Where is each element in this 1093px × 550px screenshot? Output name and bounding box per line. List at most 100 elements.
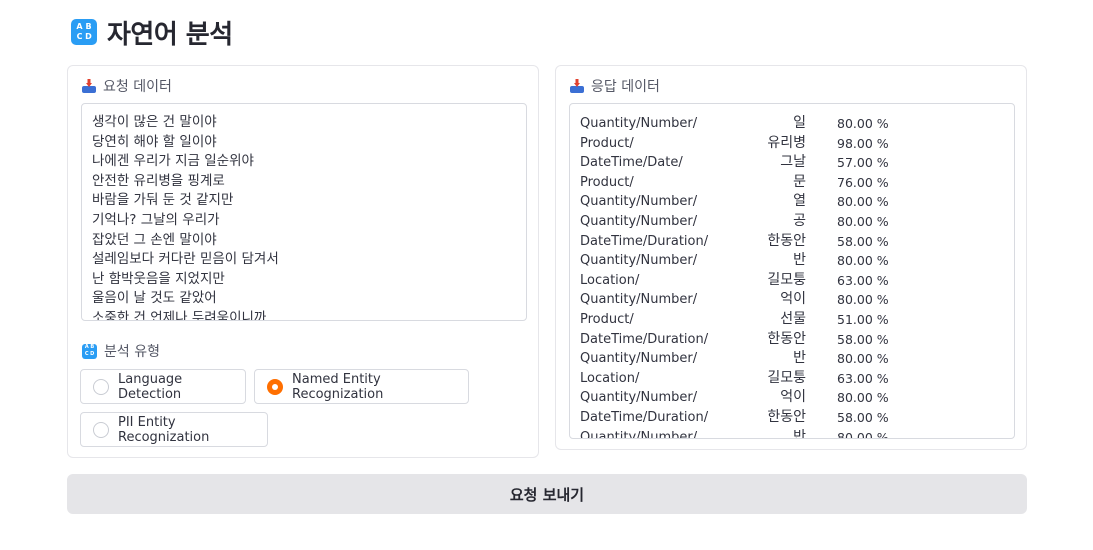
response-row: Product/선물 51.00 % [580, 310, 1004, 330]
response-row: Location/길모퉁 63.00 % [580, 271, 1004, 291]
radio-option-label: Named Entity Recognization [292, 371, 384, 402]
response-row: Quantity/Number/공 80.00 % [580, 212, 1004, 232]
radio-circle[interactable] [93, 421, 109, 438]
entity-text: 길모퉁 [767, 369, 806, 386]
request-panel: 요청 데이터 생각이 많은 건 말이야당연히 해야 할 일이야나에겐 우리가 지… [67, 65, 539, 458]
entity-text: 억이 [780, 389, 806, 406]
entity-text: 한동안 [767, 232, 806, 249]
entity-text: 문 [793, 173, 806, 190]
response-row: DateTime/Date/그날 57.00 % [580, 153, 1004, 173]
request-label-text: 요청 데이터 [103, 79, 172, 95]
radio-option-label: Language Detection [118, 371, 183, 402]
response-label: 응답 데이터 [570, 76, 660, 96]
entity-score: 76.00 % [837, 174, 889, 190]
response-row: Location/길모퉁 63.00 % [580, 369, 1004, 389]
entity-text: 공 [793, 212, 806, 229]
entity-text: 길모퉁 [767, 271, 806, 288]
radio-circle-selected[interactable] [267, 378, 283, 395]
response-row: Quantity/Number/일 80.00 % [580, 114, 1004, 134]
response-row: Quantity/Number/반 80.00 % [580, 251, 1004, 271]
request-text-line: 소중한 건 언제나 두려움이니까 [92, 309, 267, 321]
inbox-tray-icon [82, 79, 96, 93]
entity-score: 80.00 % [837, 292, 889, 308]
entity-category: Quantity/Number/ [580, 351, 698, 367]
entity-category: Location/ [580, 370, 640, 386]
response-row: DateTime/Duration/한동안 58.00 % [580, 408, 1004, 428]
radio-language-detection[interactable]: Language Detection [80, 369, 246, 404]
entity-text: 유리병 [767, 134, 806, 151]
entity-category: Location/ [580, 272, 640, 288]
entity-score: 80.00 % [837, 351, 889, 367]
entity-text: 그날 [780, 154, 806, 171]
request-textarea[interactable]: 생각이 많은 건 말이야당연히 해야 할 일이야나에겐 우리가 지금 일순위야안… [81, 103, 527, 321]
request-text-line: 난 함박웃음을 지었지만 [92, 270, 225, 287]
entity-score: 57.00 % [837, 155, 889, 171]
entity-score: 80.00 % [837, 390, 889, 406]
entity-category: Product/ [580, 174, 634, 190]
entity-score: 58.00 % [837, 409, 889, 425]
response-label-text: 응답 데이터 [591, 79, 660, 95]
entity-text: 선물 [780, 310, 806, 327]
entity-text: 억이 [780, 291, 806, 308]
radio-option-label: PII Entity Recognization [118, 414, 210, 445]
entity-score: 80.00 % [837, 213, 889, 229]
entity-text: 열 [793, 193, 806, 210]
request-text-line: 나에겐 우리가 지금 일순위야 [92, 153, 254, 170]
request-text-line: 당연히 해야 할 일이야 [92, 133, 217, 150]
request-text-line: 기억나? 그날의 우리가 [92, 211, 220, 228]
entity-score: 51.00 % [837, 311, 889, 327]
analysis-type-label: ABCD 분석 유형 [82, 341, 160, 361]
entity-category: Quantity/Number/ [580, 194, 698, 210]
entity-text: 한동안 [767, 408, 806, 425]
entity-score: 63.00 % [837, 370, 889, 386]
entity-category: DateTime/Duration/ [580, 233, 709, 249]
entity-category: Quantity/Number/ [580, 429, 698, 439]
request-text-line: 울음이 날 것도 같았어 [92, 290, 217, 307]
entity-text: 일 [793, 115, 806, 131]
entity-score: 58.00 % [837, 331, 889, 347]
entity-category: Quantity/Number/ [580, 116, 698, 131]
entity-category: DateTime/Duration/ [580, 331, 709, 347]
page-header: ABCD 자연어 분석 [71, 14, 233, 50]
request-text-line: 설레임보다 커다란 믿음이 담겨서 [92, 251, 279, 268]
inbox-tray-icon [570, 79, 584, 93]
entity-text: 반 [793, 252, 806, 269]
response-row: DateTime/Duration/한동안 58.00 % [580, 330, 1004, 350]
entity-category: DateTime/Duration/ [580, 409, 709, 425]
entity-category: Product/ [580, 311, 634, 327]
response-panel: 응답 데이터 Quantity/Number/일 80.00 % Product/유… [555, 65, 1027, 450]
response-row: Product/유리병 98.00 % [580, 134, 1004, 154]
request-text-line: 잡았던 그 손엔 말이야 [92, 231, 217, 248]
abcd-icon: ABCD [71, 19, 97, 45]
entity-text: 한동안 [767, 330, 806, 347]
page-title: 자연어 분석 [107, 19, 233, 50]
analysis-type-label-text: 분석 유형 [104, 344, 160, 360]
abcd-icon: ABCD [82, 343, 97, 359]
response-row: Quantity/Number/반 80.00 % [580, 349, 1004, 369]
submit-request-button[interactable]: 요청 보내기 [67, 474, 1027, 514]
request-text-line: 안전한 유리병을 핑계로 [92, 172, 225, 189]
entity-score: 80.00 % [837, 194, 889, 210]
entity-category: Quantity/Number/ [580, 390, 698, 406]
response-row: Quantity/Number/반 80.00 % [580, 428, 1004, 439]
radio-pii-entity-recognization[interactable]: PII Entity Recognization [80, 412, 268, 447]
entity-score: 80.00 % [837, 116, 889, 131]
entity-category: Product/ [580, 135, 634, 151]
response-row: Quantity/Number/억이 80.00 % [580, 290, 1004, 310]
response-row: DateTime/Duration/한동안 58.00 % [580, 232, 1004, 252]
entity-score: 63.00 % [837, 272, 889, 288]
radio-circle[interactable] [93, 378, 109, 395]
response-output[interactable]: Quantity/Number/일 80.00 % Product/유리병 98.00… [569, 103, 1015, 439]
request-text-line: 생각이 많은 건 말이야 [92, 114, 217, 130]
radio-named-entity-recognization[interactable]: Named Entity Recognization [254, 369, 469, 404]
entity-score: 58.00 % [837, 233, 889, 249]
entity-text: 반 [793, 428, 806, 439]
response-row: Quantity/Number/억이 80.00 % [580, 388, 1004, 408]
entity-score: 80.00 % [837, 429, 889, 439]
entity-text: 반 [793, 350, 806, 367]
response-row: Quantity/Number/열 80.00 % [580, 192, 1004, 212]
entity-category: Quantity/Number/ [580, 253, 698, 269]
request-text-line: 바람을 가둬 둔 것 같지만 [92, 192, 234, 209]
entity-score: 98.00 % [837, 135, 889, 151]
request-label: 요청 데이터 [82, 76, 172, 96]
